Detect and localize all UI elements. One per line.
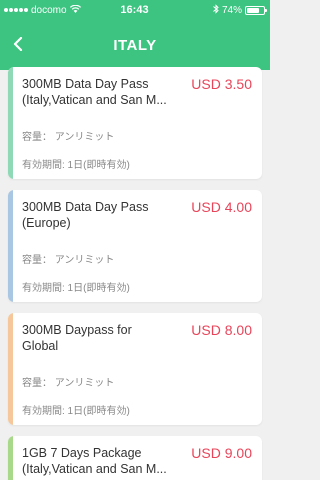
plan-price: USD 8.00 xyxy=(191,322,252,338)
back-button[interactable] xyxy=(6,32,30,56)
plan-card[interactable]: 300MB Data Day Pass (Europe) USD 4.00 容量… xyxy=(8,190,262,302)
status-time: 16:43 xyxy=(120,4,149,16)
plan-card[interactable]: 300MB Daypass for Global USD 8.00 容量： アン… xyxy=(8,313,262,425)
plan-capacity: 容量： アンリミット xyxy=(22,378,115,389)
plan-capacity: 容量： アンリミット xyxy=(22,255,115,266)
signal-icon xyxy=(4,8,28,12)
wifi-icon xyxy=(69,4,81,16)
carrier-label: docomo xyxy=(31,4,67,16)
battery-percent: 74% xyxy=(221,4,242,16)
plan-title: 300MB Daypass for Global xyxy=(22,323,132,353)
battery-icon xyxy=(244,5,267,15)
plan-title: 300MB Data Day Pass (Europe) xyxy=(22,200,149,230)
plan-list: 300MB Data Day Pass (Italy,Vatican and S… xyxy=(0,67,270,480)
nav-bar: ITALY xyxy=(0,20,270,70)
plan-validity: 有効期間: 1日(即時有効) xyxy=(22,160,130,171)
page-title: ITALY xyxy=(113,36,157,54)
plan-validity: 有効期間: 1日(即時有効) xyxy=(22,406,130,417)
chevron-left-icon xyxy=(13,37,23,51)
app-header: docomo 16:43 74% ITALY xyxy=(0,0,270,70)
plan-validity: 有効期間: 1日(即時有効) xyxy=(22,283,130,294)
plan-card[interactable]: 1GB 7 Days Package (Italy,Vatican and Sa… xyxy=(8,436,262,480)
plan-title: 300MB Data Day Pass (Italy,Vatican and S… xyxy=(22,77,167,107)
plan-price: USD 9.00 xyxy=(191,445,252,461)
status-bar: docomo 16:43 74% xyxy=(0,0,270,20)
plan-card[interactable]: 300MB Data Day Pass (Italy,Vatican and S… xyxy=(8,67,262,179)
plan-price: USD 4.00 xyxy=(191,199,252,215)
plan-capacity: 容量： アンリミット xyxy=(22,132,115,143)
bluetooth-icon xyxy=(213,3,219,17)
plan-title: 1GB 7 Days Package (Italy,Vatican and Sa… xyxy=(22,446,167,476)
plan-price: USD 3.50 xyxy=(191,76,252,92)
